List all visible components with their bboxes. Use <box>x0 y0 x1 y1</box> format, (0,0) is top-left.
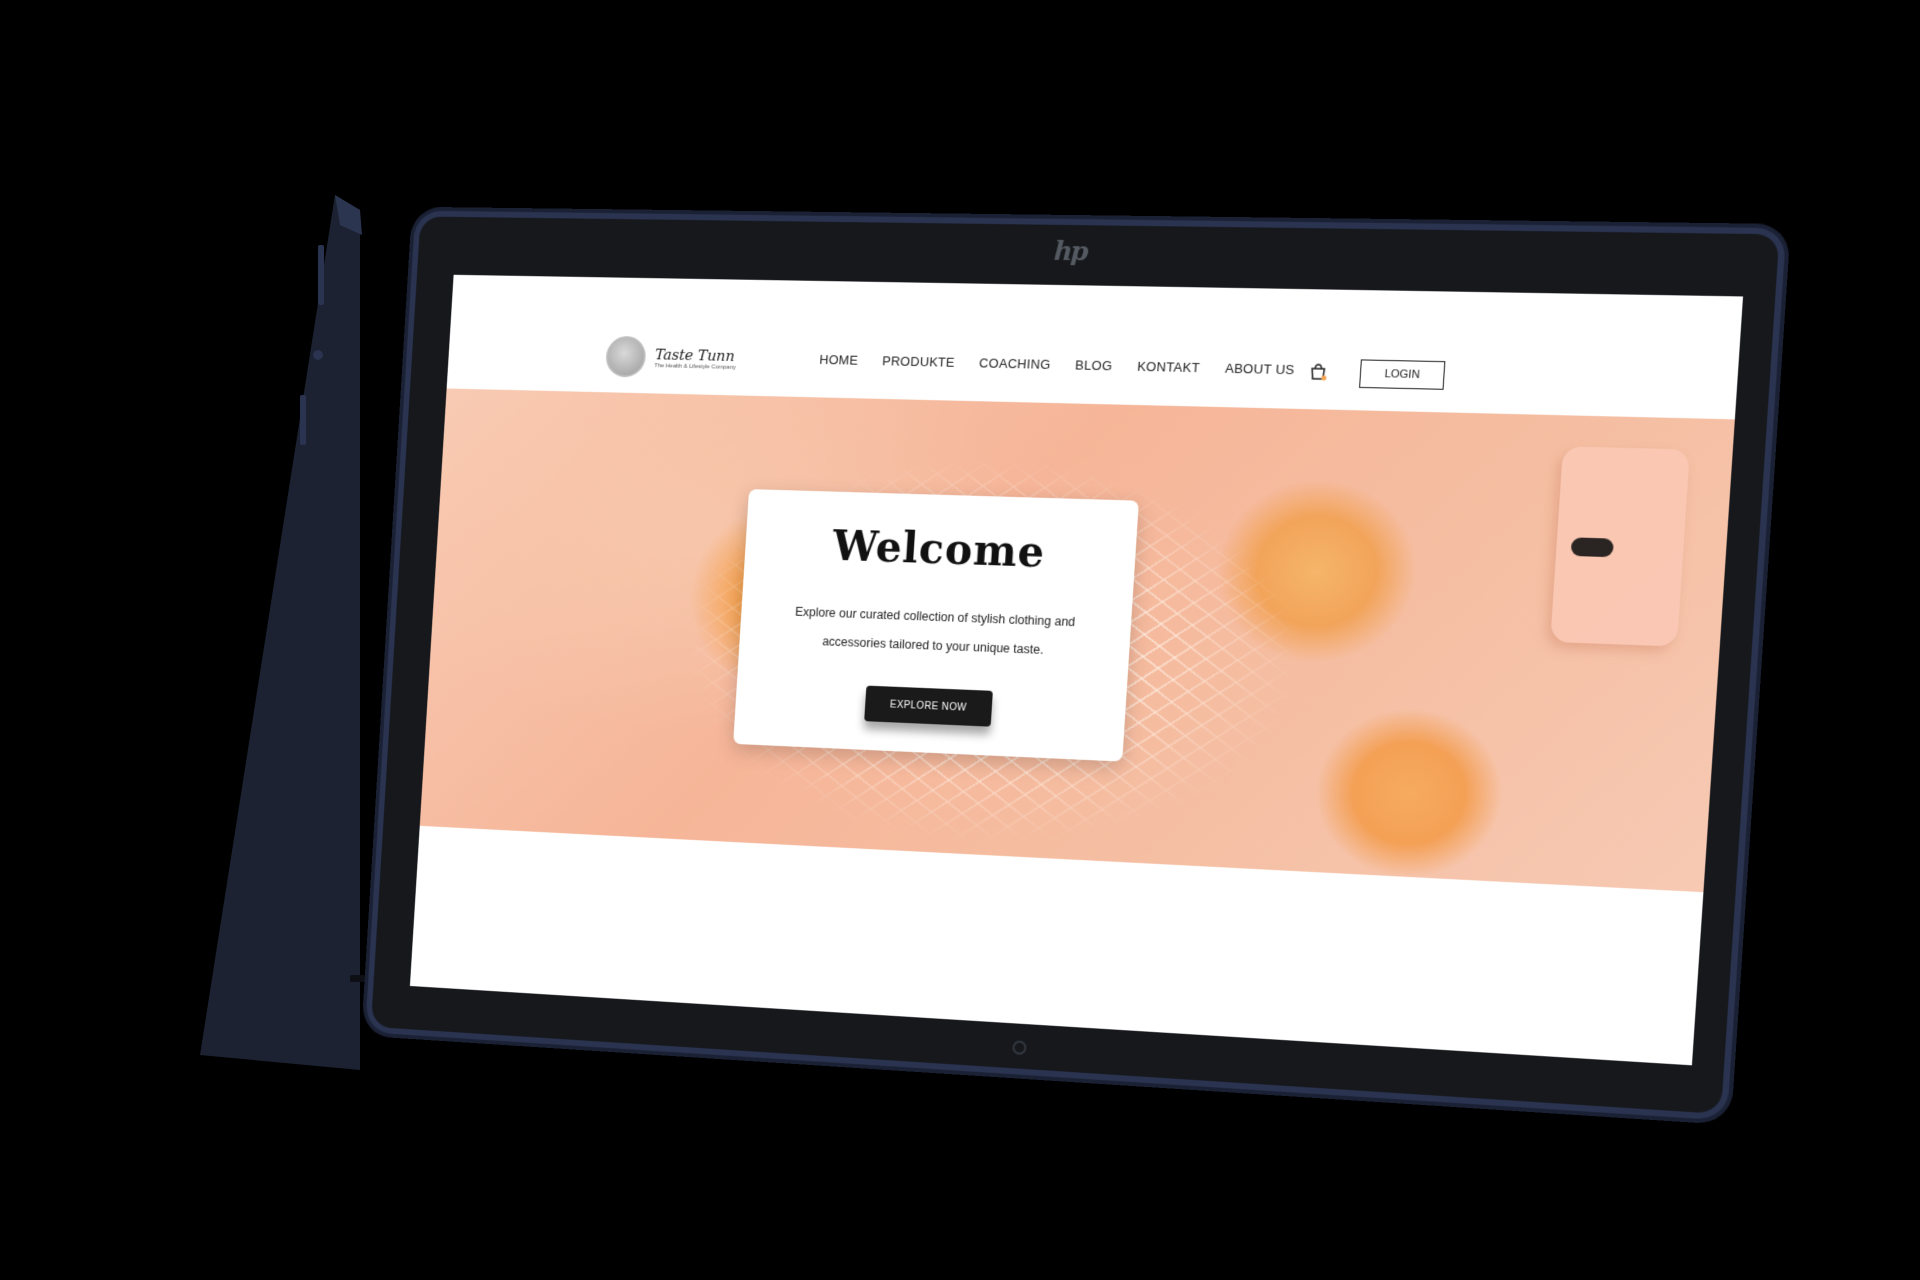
nav-item-produkte[interactable]: PRODUKTE <box>882 353 955 369</box>
side-port <box>313 350 323 360</box>
welcome-description: Explore our curated collection of stylis… <box>794 604 1076 657</box>
nav-item-home[interactable]: HOME <box>819 352 859 368</box>
brand-tagline: The Health & Lifestyle Company <box>654 363 736 371</box>
side-port-slot <box>300 395 306 445</box>
laptop-screen-bezel: hp Taste Tunn The Health & Lifestyle Com… <box>370 216 1780 1115</box>
device-mockup: hp Taste Tunn The Health & Lifestyle Com… <box>0 0 1920 1280</box>
nav-item-blog[interactable]: BLOG <box>1075 357 1113 373</box>
main-nav: HOME PRODUKTE COACHING BLOG KONTAKT ABOU… <box>819 352 1295 377</box>
brand-avatar-icon <box>604 335 647 378</box>
nav-item-coaching[interactable]: COACHING <box>979 355 1051 372</box>
webcam-icon <box>1012 1040 1027 1056</box>
brand-name: Taste Tunn <box>654 345 736 365</box>
login-button[interactable]: LOGIN <box>1359 359 1446 390</box>
nav-item-kontakt[interactable]: KONTAKT <box>1137 359 1201 375</box>
hero-banner: Welcome Explore our curated collection o… <box>419 388 1735 893</box>
nav-item-about-us[interactable]: ABOUT US <box>1225 361 1295 378</box>
laptop-base-panel <box>200 195 360 1070</box>
shopping-bag-icon[interactable] <box>1308 362 1328 381</box>
side-button <box>318 245 324 305</box>
brand-logo[interactable]: Taste Tunn The Health & Lifestyle Compan… <box>604 335 738 380</box>
explore-now-button[interactable]: EXPLORE NOW <box>864 685 993 727</box>
hp-logo: hp <box>1052 236 1088 268</box>
phone-camera <box>1570 537 1614 558</box>
welcome-card: Welcome Explore our curated collection o… <box>733 489 1139 762</box>
browser-viewport: Taste Tunn The Health & Lifestyle Compan… <box>409 274 1744 1066</box>
welcome-heading: Welcome <box>831 521 1047 577</box>
brand-text: Taste Tunn The Health & Lifestyle Compan… <box>654 346 737 371</box>
phone-image <box>1550 446 1691 647</box>
